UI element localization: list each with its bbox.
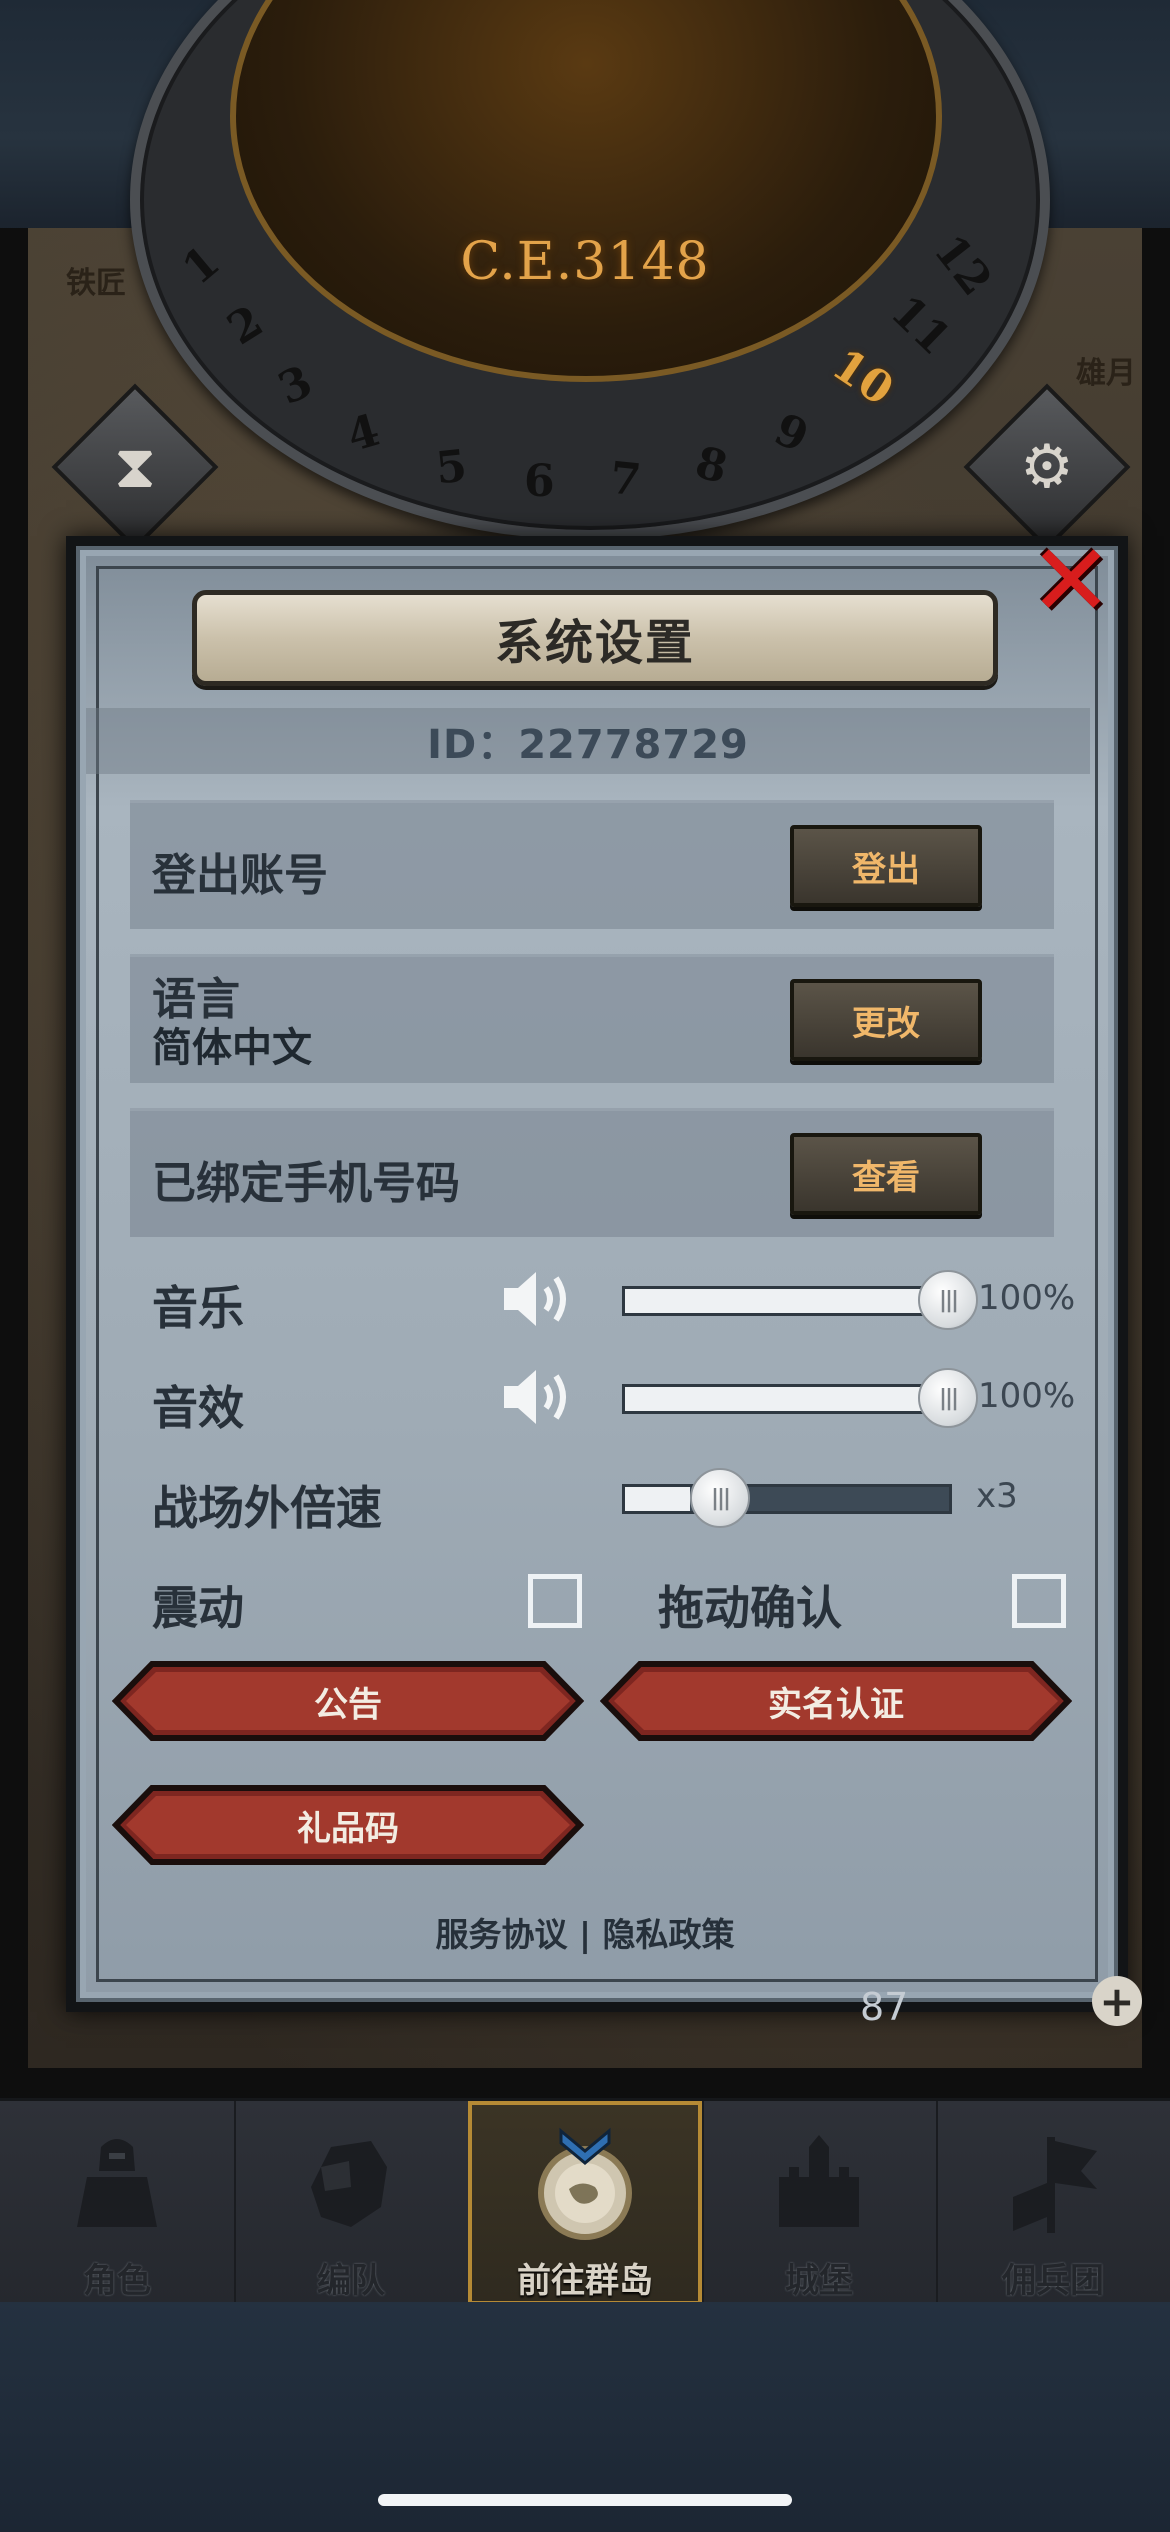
nav-character[interactable]: 角色 — [0, 2101, 236, 2305]
language-value: 简体中文 — [152, 1025, 312, 1071]
sfx-slider-handle[interactable]: ||| — [918, 1368, 978, 1428]
dial-number: 7 — [607, 452, 644, 507]
music-speaker-icon[interactable] — [500, 1266, 580, 1332]
music-value: 100% — [978, 1278, 1076, 1318]
music-label: 音乐 — [152, 1281, 244, 1335]
notice-label: 公告 — [314, 1684, 382, 1725]
sfx-value: 100% — [978, 1376, 1076, 1416]
logout-label: 登出账号 — [152, 850, 328, 901]
knight-icon — [77, 2139, 157, 2227]
nav-islands-label: 前往群岛 — [517, 2261, 653, 2301]
speed-slider-fill — [625, 1487, 690, 1511]
battle-speed-label: 战场外倍速 — [152, 1481, 382, 1535]
privacy-link[interactable]: 隐私政策 — [603, 1915, 735, 1954]
music-slider-track[interactable] — [622, 1286, 952, 1316]
hourglass-icon: ⧗ — [113, 432, 157, 502]
bottom-nav: 角色 编队 前往群岛 城堡 佣兵团 — [0, 2098, 1170, 2305]
vibration-label: 震动 — [152, 1581, 244, 1635]
phone-row: 已绑定手机号码 查看 — [130, 1108, 1054, 1237]
nav-mercenary-label: 佣兵团 — [1002, 2261, 1104, 2301]
speed-value: x3 — [976, 1476, 1018, 1516]
settings-title: 系统设置 — [494, 615, 695, 671]
notice-button[interactable]: 公告 — [112, 1660, 584, 1742]
phone-label: 已绑定手机号码 — [152, 1158, 460, 1209]
settings-title-banner: 系统设置 — [192, 590, 998, 686]
nav-character-label: 角色 — [83, 2261, 151, 2301]
sfx-slider-fill — [625, 1387, 949, 1411]
nav-castle[interactable]: 城堡 — [702, 2101, 938, 2305]
dial-number: 6 — [524, 456, 555, 507]
music-slider-handle[interactable]: ||| — [918, 1270, 978, 1330]
sfx-speaker-icon[interactable] — [500, 1364, 580, 1430]
island-compass-icon — [538, 2127, 632, 2240]
nav-islands[interactable]: 前往群岛 — [468, 2101, 704, 2305]
drag-confirm-checkbox[interactable] — [1012, 1574, 1066, 1628]
resource-count: 87 — [860, 1985, 909, 2029]
drag-confirm-label: 拖动确认 — [658, 1581, 842, 1635]
castle-icon — [779, 2135, 859, 2227]
view-phone-button[interactable]: 查看 — [790, 1133, 982, 1215]
home-indicator[interactable] — [378, 2494, 792, 2506]
close-button[interactable]: ✕ — [1029, 522, 1113, 639]
speed-slider-handle[interactable]: ||| — [690, 1468, 750, 1528]
music-slider-fill — [625, 1289, 949, 1313]
nav-mercenary[interactable]: 佣兵团 — [936, 2101, 1170, 2305]
dial-number: 5 — [433, 440, 470, 495]
gift-code-button[interactable]: 礼品码 — [112, 1784, 584, 1866]
player-id: ID：22778729 — [86, 708, 1090, 774]
sfx-slider-track[interactable] — [622, 1384, 952, 1414]
horse-helmet-icon — [311, 2141, 387, 2227]
change-language-button[interactable]: 更改 — [790, 979, 982, 1061]
gift-code-label: 礼品码 — [297, 1808, 399, 1849]
gear-icon: ⚙ — [1020, 431, 1074, 502]
close-icon: ✕ — [1029, 522, 1113, 639]
map-label-right: 雄月 — [1076, 356, 1136, 391]
nav-formation[interactable]: 编队 — [234, 2101, 470, 2305]
sfx-label: 音效 — [152, 1381, 244, 1435]
footer-links: 服务协议 | 隐私政策 — [0, 1908, 1170, 1956]
footer-separator: | — [578, 1915, 592, 1954]
nav-castle-label: 城堡 — [785, 2261, 853, 2301]
language-row: 语言 简体中文 更改 — [130, 954, 1054, 1083]
era-label: C.E.3148 — [460, 232, 710, 292]
real-name-button[interactable]: 实名认证 — [600, 1660, 1072, 1742]
speed-slider-track[interactable] — [622, 1484, 952, 1514]
nav-formation-label: 编队 — [317, 2261, 385, 2301]
logout-button[interactable]: 登出 — [790, 825, 982, 907]
terms-link[interactable]: 服务协议 — [435, 1915, 567, 1954]
mercenary-flag-icon — [1013, 2137, 1097, 2233]
logout-row: 登出账号 登出 — [130, 800, 1054, 929]
vibration-checkbox[interactable] — [528, 1574, 582, 1628]
add-resource-button[interactable]: + — [1092, 1976, 1142, 2026]
real-name-label: 实名认证 — [768, 1684, 904, 1725]
